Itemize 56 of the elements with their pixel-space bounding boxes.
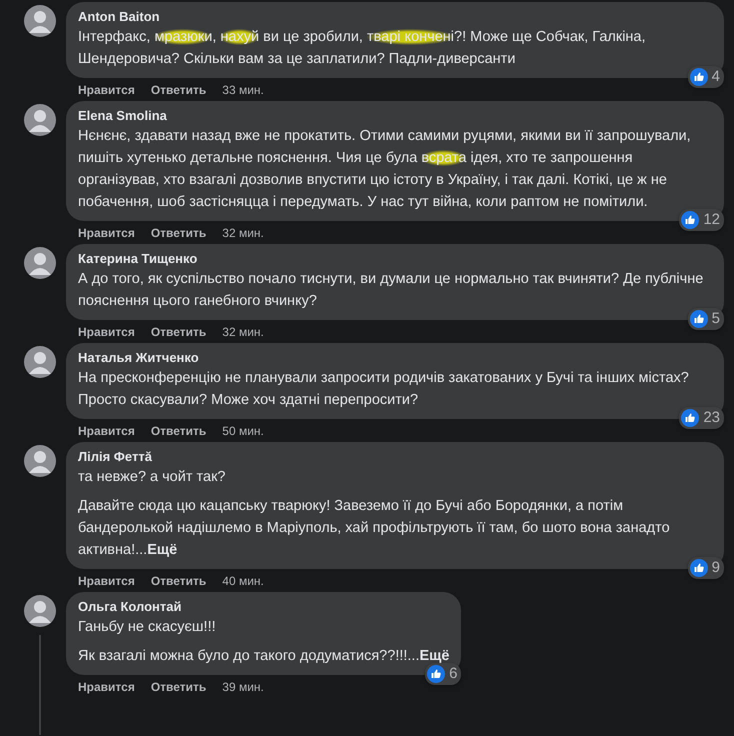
comment-text: А до того, як суспільство почало тиснути, ви думали це нормально так вчиняти? Де публічне пояснення цього ганебного вчинку? — [78, 270, 704, 311]
thumbs-up-icon — [690, 559, 708, 577]
reaction-count: 23 — [703, 409, 720, 427]
reaction-badge[interactable]: 12 — [679, 209, 724, 231]
comment-text: Давайте сюда цю кацапську тварюку! Завеземо її до Бучі або Бородянки, а потім бандеролькой надішлемо в Маріуполь, хай профільтрують її там, бо шото вона занадто активна!...Ещё — [78, 497, 671, 560]
thumbs-up-icon — [681, 409, 700, 427]
thumbs-up-icon — [690, 68, 708, 86]
thumbs-up-icon — [690, 310, 708, 328]
comment-text: та невже? а чойт так? — [78, 468, 226, 487]
reaction-count: 4 — [712, 68, 720, 86]
avatar[interactable] — [24, 595, 56, 627]
timestamp[interactable]: 50 мин. — [222, 423, 264, 439]
author-name[interactable]: Ольга Колонтай — [78, 599, 450, 615]
avatar[interactable] — [24, 5, 56, 37]
like-link[interactable]: Нравится — [78, 324, 135, 340]
comment-text: На пресконференцію не планували запросити родичів закатованих у Бучі та інших містах? Просто скасували? Може хоч здатні перепросити? — [78, 369, 690, 410]
timestamp[interactable]: 40 мин. — [222, 573, 264, 589]
reaction-badge[interactable]: 4 — [688, 66, 724, 88]
reaction-badge[interactable]: 9 — [688, 557, 724, 579]
avatar[interactable] — [24, 445, 56, 477]
author-name[interactable]: Лілія Феттă — [78, 449, 712, 465]
avatar[interactable] — [24, 247, 56, 279]
reaction-badge[interactable]: 5 — [688, 308, 724, 330]
timestamp[interactable]: 32 мин. — [222, 324, 264, 340]
like-link[interactable]: Нравится — [78, 82, 135, 98]
reply-link[interactable]: Ответить — [150, 324, 206, 340]
avatar[interactable] — [24, 346, 56, 378]
reply-link[interactable]: Ответить — [150, 82, 206, 98]
timestamp[interactable]: 33 мин. — [222, 82, 264, 98]
comment-text: Ганьбу не скасуєш!!! — [78, 618, 217, 637]
reaction-badge[interactable]: 6 — [425, 663, 462, 685]
avatar[interactable] — [24, 104, 56, 136]
see-more-link[interactable]: Ещё — [420, 648, 450, 664]
comment-text: Як взагалі можна було до такого додуматися??!!!...Ещё — [78, 647, 450, 666]
like-link[interactable]: Нравится — [78, 225, 135, 241]
see-more-link[interactable]: Ещё — [147, 542, 178, 558]
like-link[interactable]: Нравится — [78, 679, 135, 695]
reaction-count: 5 — [712, 310, 720, 328]
timestamp[interactable]: 32 мин. — [222, 225, 264, 241]
reply-link[interactable]: Ответить — [150, 679, 206, 695]
author-name[interactable]: Anton Baiton — [78, 9, 712, 25]
like-link[interactable]: Нравится — [78, 423, 135, 439]
author-name[interactable]: Elena Smolina — [78, 108, 712, 124]
author-name[interactable]: Наталья Житченко — [78, 350, 712, 366]
reply-link[interactable]: Ответить — [150, 423, 206, 439]
reaction-count: 6 — [449, 665, 458, 683]
like-link[interactable]: Нравится — [78, 573, 135, 589]
reply-link[interactable]: Ответить — [150, 225, 206, 241]
reaction-count: 9 — [712, 559, 720, 577]
reaction-count: 12 — [703, 211, 720, 229]
reply-link[interactable]: Ответить — [150, 573, 206, 589]
thumbs-up-icon — [427, 665, 446, 683]
thumbs-up-icon — [681, 211, 700, 229]
timestamp[interactable]: 39 мин. — [222, 679, 264, 695]
author-name[interactable]: Катерина Тищенко — [78, 251, 712, 267]
reaction-badge[interactable]: 23 — [679, 407, 724, 429]
